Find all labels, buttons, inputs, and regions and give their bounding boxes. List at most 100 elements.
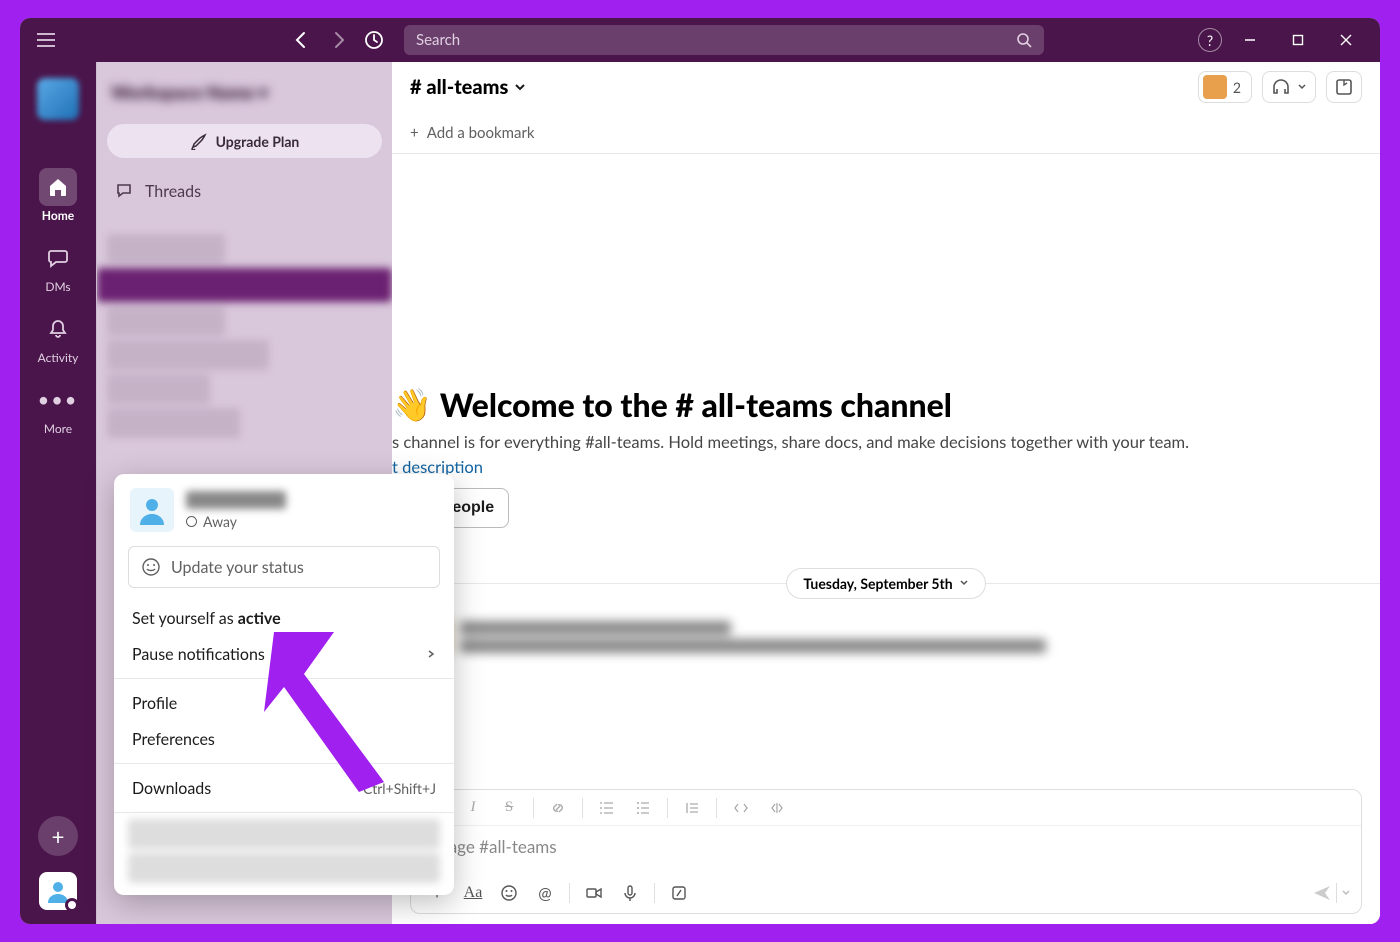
downloads-row[interactable]: Downloads Ctrl+Shift+J: [114, 770, 454, 806]
chevron-down-icon: [959, 578, 969, 588]
nav-back-button[interactable]: [286, 24, 318, 56]
code-button[interactable]: [725, 794, 757, 822]
member-avatar: [1203, 75, 1227, 99]
nav-forward-button[interactable]: [322, 24, 354, 56]
workspace-switcher[interactable]: [37, 78, 79, 120]
channel-name-button[interactable]: # all-teams: [410, 75, 526, 99]
sidebar-item-threads[interactable]: Threads: [97, 172, 392, 210]
audio-button[interactable]: [614, 879, 646, 907]
formatting-toggle[interactable]: Aa: [457, 879, 489, 907]
upgrade-label: Upgrade Plan: [216, 133, 300, 150]
welcome-block: 👋Welcome to the # all-teams channel s ch…: [392, 154, 1380, 528]
rail-item-home[interactable]: Home: [28, 168, 88, 223]
codeblock-button[interactable]: [761, 794, 793, 822]
welcome-body: s channel is for everything #all-teams. …: [392, 432, 1189, 452]
home-icon: [39, 168, 77, 206]
bookmark-bar[interactable]: + Add a bookmark: [392, 112, 1380, 154]
profile-row[interactable]: Profile: [114, 685, 454, 721]
wave-emoji: 👋: [392, 384, 432, 424]
status-placeholder: Update your status: [171, 558, 304, 577]
chevron-down-icon: [1341, 888, 1351, 898]
composer-input[interactable]: essage #all-teams: [411, 826, 1361, 873]
chevron-down-icon: [514, 81, 526, 93]
message-row: [392, 613, 1380, 673]
user-menu-workspace-row[interactable]: [128, 819, 440, 849]
mention-button[interactable]: @: [529, 879, 561, 907]
video-button[interactable]: [578, 879, 610, 907]
user-menu-popover: Away Update your status Set yourself as …: [114, 474, 454, 895]
more-icon: •••: [39, 381, 77, 419]
message-composer[interactable]: B I S: [410, 789, 1362, 914]
canvas-icon: [1335, 78, 1353, 96]
user-menu-avatar: [130, 488, 174, 532]
main-content: # all-teams 2: [392, 62, 1380, 924]
downloads-label: Downloads: [132, 779, 211, 798]
rail-item-more[interactable]: ••• More: [28, 381, 88, 436]
chevron-right-icon: [426, 649, 436, 659]
hamburger-menu-icon[interactable]: [26, 20, 66, 60]
date-divider: Tuesday, September 5th: [392, 568, 1380, 599]
ordered-list-button[interactable]: [591, 794, 623, 822]
blockquote-button[interactable]: [676, 794, 708, 822]
send-button[interactable]: [1312, 883, 1351, 903]
date-label: Tuesday, September 5th: [803, 575, 952, 592]
preferences-label: Preferences: [132, 730, 215, 749]
create-new-button[interactable]: +: [38, 816, 78, 856]
italic-button[interactable]: I: [457, 794, 489, 822]
bookmark-label: Add a bookmark: [427, 124, 535, 142]
member-count-button[interactable]: 2: [1198, 71, 1252, 103]
user-avatar-button[interactable]: [39, 872, 77, 910]
plus-icon: +: [410, 124, 419, 142]
rail-item-dms[interactable]: DMs: [28, 239, 88, 294]
bullet-list-button[interactable]: [627, 794, 659, 822]
presence-indicator: [65, 898, 79, 912]
window-minimize-button[interactable]: [1230, 22, 1270, 58]
rail-label: More: [44, 421, 72, 436]
strike-button[interactable]: S: [493, 794, 525, 822]
date-pill[interactable]: Tuesday, September 5th: [786, 568, 985, 599]
search-placeholder: Search: [416, 31, 1016, 49]
set-active-prefix: Set yourself as: [132, 609, 238, 628]
nav-rail: Home DMs Activity ••• More +: [20, 62, 96, 924]
help-icon[interactable]: ?: [1198, 28, 1222, 52]
headphones-icon: [1271, 77, 1291, 97]
member-count: 2: [1233, 79, 1241, 96]
search-input[interactable]: Search: [404, 25, 1044, 55]
channel-header: # all-teams 2: [392, 62, 1380, 112]
rocket-icon: [190, 132, 208, 150]
status-input[interactable]: Update your status: [128, 546, 440, 588]
channel-name-label: # all-teams: [410, 75, 508, 99]
set-active-bold: active: [238, 609, 281, 628]
presence-away-icon: [186, 516, 197, 527]
workspace-header[interactable]: Workspace Name ▾: [97, 62, 392, 122]
search-icon: [1016, 32, 1032, 48]
format-toolbar: B I S: [411, 790, 1361, 826]
smile-icon: [141, 557, 161, 577]
rail-label: Activity: [38, 350, 79, 365]
rail-label: DMs: [45, 279, 70, 294]
emoji-button[interactable]: [493, 879, 525, 907]
upgrade-plan-button[interactable]: Upgrade Plan: [107, 124, 382, 158]
huddle-button[interactable]: [1262, 71, 1316, 103]
presence-label: Away: [203, 513, 237, 530]
bell-icon: [39, 310, 77, 348]
window-maximize-button[interactable]: [1278, 22, 1318, 58]
welcome-heading: Welcome to the # all-teams channel: [440, 385, 952, 424]
window-close-button[interactable]: [1326, 22, 1366, 58]
link-button[interactable]: [542, 794, 574, 822]
canvas-button[interactable]: [1326, 71, 1362, 103]
pause-notifications-label: Pause notifications: [132, 645, 265, 664]
user-menu-signout-row[interactable]: [128, 853, 440, 883]
user-menu-presence: Away: [186, 513, 286, 530]
history-icon[interactable]: [358, 24, 390, 56]
pause-notifications-row[interactable]: Pause notifications: [114, 636, 454, 672]
set-active-row[interactable]: Set yourself as active: [114, 600, 454, 636]
rail-item-activity[interactable]: Activity: [28, 310, 88, 365]
user-menu-name: [186, 491, 286, 509]
preferences-row[interactable]: Preferences: [114, 721, 454, 757]
chevron-down-icon: [1297, 82, 1307, 92]
shortcuts-button[interactable]: [663, 879, 695, 907]
profile-label: Profile: [132, 694, 177, 713]
threads-label: Threads: [145, 182, 201, 201]
titlebar: Search ?: [20, 18, 1380, 62]
